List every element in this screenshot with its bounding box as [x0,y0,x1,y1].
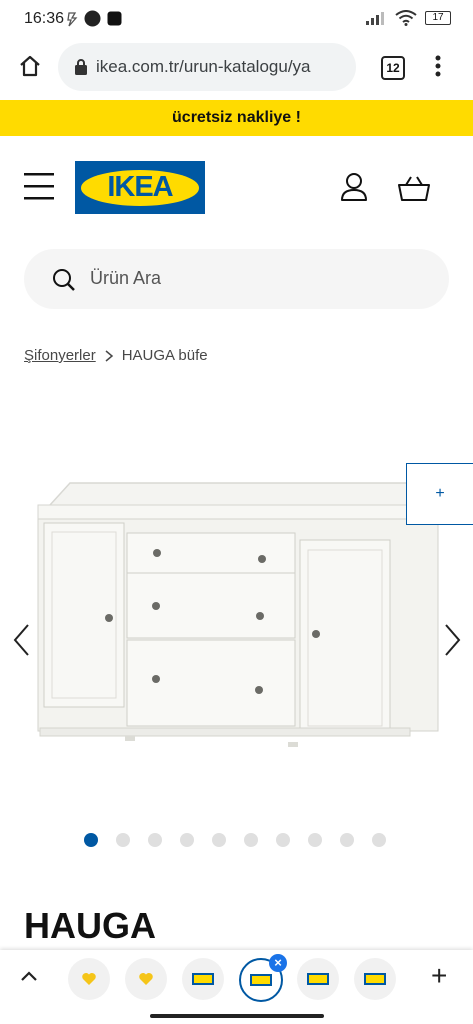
ikea-favicon-icon [250,974,272,986]
breadcrumb-link-sifonyerler[interactable]: Şifonyerler [24,347,96,364]
chevron-right-icon [105,349,113,362]
ikea-favicon-icon [192,973,214,985]
breadcrumb: Şifonyerler HAUGA büfe [24,347,208,364]
promo-text: ücretsiz nakliye ! [172,109,301,126]
tab-thumbnail[interactable] [354,958,396,1000]
zoom-hotspot-label: + [435,485,445,502]
chevron-right-icon[interactable] [440,622,464,658]
hamburger-menu-icon[interactable] [24,170,56,202]
tab-thumbnail[interactable] [125,958,167,1000]
tab-thumbnail[interactable] [182,958,224,1000]
wifi-icon [395,10,417,26]
search-icon [53,269,75,291]
battery-level: 17 [432,12,444,23]
carousel-dot[interactable] [148,833,162,847]
call-forward-icon [67,11,78,26]
chevron-up-icon[interactable] [20,970,38,982]
close-tab-icon[interactable]: × [269,954,287,972]
new-tab-button[interactable]: + [431,960,447,992]
site-header: IKEA [0,136,473,236]
ikea-favicon-icon [307,973,329,985]
search-placeholder: Ürün Ara [90,268,162,288]
tab-thumbnail[interactable] [297,958,339,1000]
product-name: HAUGA [24,905,156,946]
carousel-dot[interactable] [180,833,194,847]
ikea-logo[interactable]: IKEA [75,161,205,214]
carousel-dot[interactable] [340,833,354,847]
zoom-hotspot-button[interactable]: + [406,463,473,525]
shopping-bag-icon[interactable] [397,176,431,202]
app-notification-icon [107,11,122,26]
carousel-dot[interactable] [84,833,98,847]
heart-favicon-icon [82,973,96,985]
tab-group-bar: × + [0,950,473,1024]
lock-icon [75,59,87,75]
address-bar[interactable]: ikea.com.tr/urun-katalogu/ya [58,43,356,91]
status-time: 16:36 [24,10,65,27]
heart-favicon-icon [139,973,153,985]
url-text: ikea.com.tr/urun-katalogu/ya [96,57,311,76]
home-icon[interactable] [18,54,42,78]
product-image[interactable] [30,460,440,760]
ikea-favicon-icon [364,973,386,985]
status-bar: 16:36 17 [0,0,473,38]
tab-thumbnail-active[interactable]: × [239,954,287,1002]
user-icon[interactable] [339,172,369,202]
carousel-dot[interactable] [244,833,258,847]
more-menu-icon[interactable] [434,54,442,78]
carousel-dot[interactable] [372,833,386,847]
chevron-left-icon[interactable] [10,622,34,658]
carousel-dot[interactable] [276,833,290,847]
signal-icon [366,12,384,25]
carousel-dot[interactable] [212,833,226,847]
promo-banner[interactable]: ücretsiz nakliye ! [0,100,473,136]
carousel-dot[interactable] [308,833,322,847]
gesture-nav-handle[interactable] [150,1014,324,1018]
browser-toolbar: ikea.com.tr/urun-katalogu/ya 12 [0,38,473,100]
notification-dot-icon [84,10,101,27]
search-input[interactable]: Ürün Ara [24,249,449,309]
battery-icon: 17 [425,11,451,25]
logo-text: IKEA [107,171,173,203]
tab-thumbnail[interactable] [68,958,110,1000]
breadcrumb-current: HAUGA büfe [121,347,208,364]
carousel-dot[interactable] [116,833,130,847]
tab-switcher-button[interactable]: 12 [381,56,405,80]
carousel-dots [84,833,386,847]
